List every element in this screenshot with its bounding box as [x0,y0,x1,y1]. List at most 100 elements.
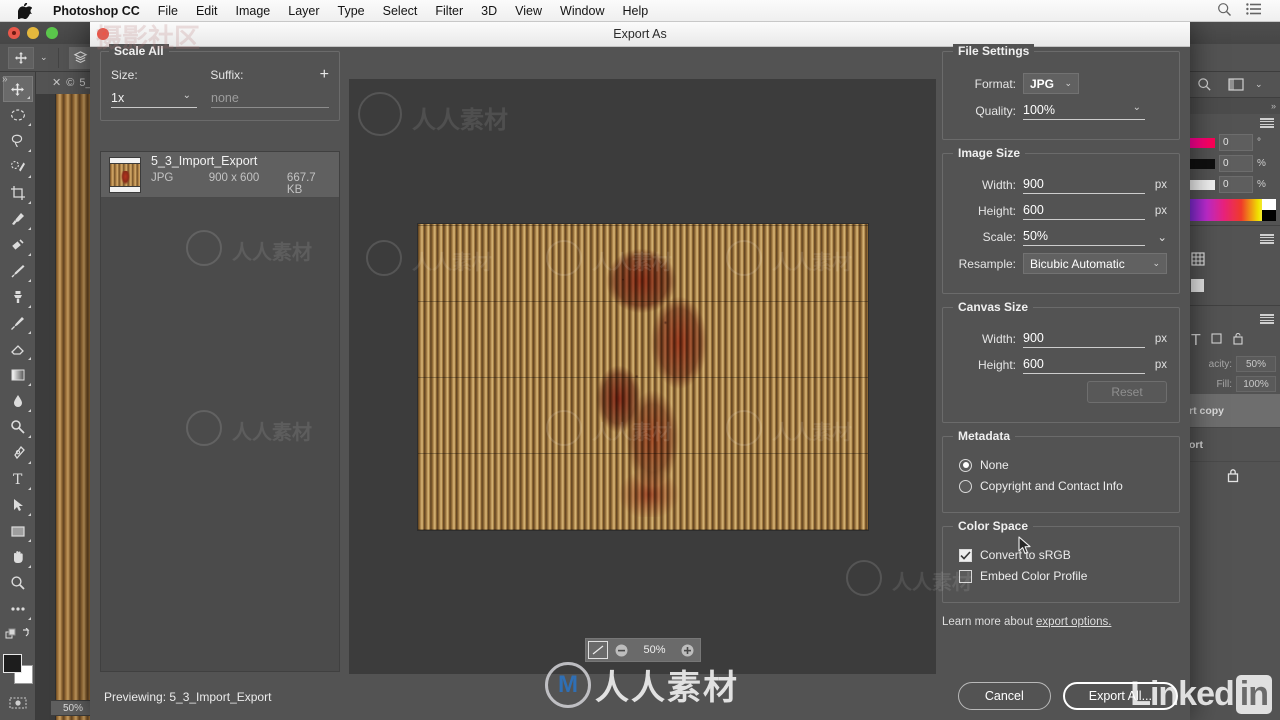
menu-file[interactable]: File [149,0,187,22]
more-tools-icon[interactable] [3,596,33,622]
convert-srgb-option[interactable]: Convert to sRGB [959,548,1167,562]
chevron-down-icon[interactable]: ⌄ [183,90,191,101]
type-layer-filter-icon[interactable]: T [1191,332,1201,350]
menu-photoshop[interactable]: Photoshop CC [44,0,149,22]
cancel-button[interactable]: Cancel [957,682,1051,710]
opacity-value[interactable]: 50% [1236,356,1276,372]
menu-edit[interactable]: Edit [187,0,227,22]
healing-brush-tool-icon[interactable] [3,232,33,258]
lasso-tool-icon[interactable] [3,128,33,154]
workspace-switcher-icon[interactable] [1223,75,1249,95]
path-selection-tool-icon[interactable] [3,492,33,518]
burger-icon[interactable] [1260,314,1274,324]
chevron-down-icon[interactable]: ⌄ [1255,79,1263,90]
auto-select-layers-icon[interactable] [68,46,93,69]
grid-icon[interactable] [1191,252,1205,271]
list-item[interactable]: 5_3_Import_Export JPG 900 x 600 667.7 KB [101,152,339,198]
layers-panel-menu-icon[interactable] [1185,310,1280,328]
metadata-none-option[interactable]: None [959,458,1167,472]
brightness-slider-row[interactable]: 0 % [1185,174,1280,195]
preview-zoom-level[interactable]: 50% [635,644,675,656]
scale-dropdown-icon[interactable]: ⌄ [1145,230,1167,244]
layer-filter-icons[interactable]: T [1185,328,1280,354]
history-brush-tool-icon[interactable] [3,310,33,336]
window-traffic-lights[interactable] [8,27,58,39]
foreground-background-color-swatches[interactable] [2,654,33,684]
canvas-height-input[interactable]: 600 [1023,355,1145,374]
swatches-panel-menu-icon[interactable] [1185,230,1280,248]
smart-object-filter-icon[interactable] [1232,332,1244,350]
menu-help[interactable]: Help [614,0,658,22]
zoom-tool-icon[interactable] [3,570,33,596]
clone-stamp-tool-icon[interactable] [3,284,33,310]
saturation-value[interactable]: 0 [1219,155,1253,172]
move-tool-icon[interactable] [8,46,34,69]
opacity-row[interactable]: acity: 50% [1185,354,1280,374]
fill-row[interactable]: Fill: 100% [1185,374,1280,394]
hue-slider-row[interactable]: 0 ° [1185,132,1280,153]
preview-zoom-controls[interactable]: 50% [584,638,701,662]
zoom-out-button[interactable] [611,640,633,660]
hue-value[interactable]: 0 [1219,134,1253,151]
menu-select[interactable]: Select [374,0,427,22]
checkbox-unchecked-icon[interactable] [959,569,972,583]
color-spectrum-bar[interactable] [1189,199,1276,221]
image-width-input[interactable]: 900 [1023,175,1145,194]
radio-selected-icon[interactable] [959,458,972,472]
saturation-slider-row[interactable]: 0 % [1185,153,1280,174]
chevron-down-icon[interactable]: ⌄ [40,52,48,63]
brush-tool-icon[interactable] [3,258,33,284]
fill-value[interactable]: 100% [1236,376,1276,392]
minimize-window-button[interactable] [27,27,39,39]
add-scale-button[interactable]: + [320,67,329,83]
crop-tool-icon[interactable] [3,180,33,206]
adjustments-icons[interactable] [1185,248,1280,275]
eraser-tool-icon[interactable] [3,336,33,362]
menu-layer[interactable]: Layer [279,0,328,22]
close-window-button[interactable] [8,27,20,39]
collapse-tools-icon[interactable]: » [2,74,8,85]
menu-filter[interactable]: Filter [426,0,472,22]
metadata-copyright-option[interactable]: Copyright and Contact Info [959,479,1167,493]
default-colors-and-swap-icons[interactable] [3,622,33,648]
canvas-width-input[interactable]: 900 [1023,329,1145,348]
image-scale-input[interactable]: 50% [1023,227,1145,246]
menu-image[interactable]: Image [227,0,280,22]
quick-mask-icon[interactable] [3,690,33,716]
menu-type[interactable]: Type [329,0,374,22]
foreground-color-swatch[interactable] [2,654,22,673]
lock-layer-icon[interactable] [1185,462,1280,489]
brightness-value[interactable]: 0 [1219,176,1253,193]
blur-tool-icon[interactable] [3,388,33,414]
chevron-down-icon[interactable]: ⌄ [1142,258,1160,269]
eyedropper-tool-icon[interactable] [3,206,33,232]
export-options-link[interactable]: export options. [1036,616,1111,628]
layer-item[interactable]: rt copy [1185,394,1280,428]
marquee-tool-icon[interactable] [3,102,33,128]
search-icon[interactable] [1191,75,1217,95]
gradient-swatch-icon[interactable] [1191,279,1204,297]
rectangle-tool-icon[interactable] [3,518,33,544]
size-select[interactable]: 1x ⌄ [111,88,197,108]
layer-item[interactable]: ort [1185,428,1280,462]
menu-window[interactable]: Window [551,0,613,22]
menu-view[interactable]: View [506,0,551,22]
burger-icon[interactable] [1260,118,1274,128]
list-icon[interactable] [1246,3,1262,18]
pen-tool-icon[interactable] [3,440,33,466]
image-height-input[interactable]: 600 [1023,201,1145,220]
color-panel-menu-icon[interactable] [1185,114,1280,132]
quick-selection-tool-icon[interactable] [3,154,33,180]
preview-pane[interactable]: 50% [349,79,936,674]
gradient-preset-icons[interactable] [1185,275,1280,301]
chevron-down-icon[interactable]: ⌄ [1054,78,1072,89]
suffix-input[interactable]: none [211,88,329,108]
resample-select[interactable]: Bicubic Automatic ⌄ [1023,253,1167,274]
dialog-close-button[interactable] [97,28,109,40]
burger-icon[interactable] [1260,234,1274,244]
gradient-tool-icon[interactable] [3,362,33,388]
format-select[interactable]: JPG ⌄ [1023,73,1079,94]
quality-value[interactable]: 100% ⌄ [1023,101,1145,120]
collapse-panels-icon[interactable]: » [1185,98,1280,114]
zoom-in-button[interactable] [677,640,699,660]
